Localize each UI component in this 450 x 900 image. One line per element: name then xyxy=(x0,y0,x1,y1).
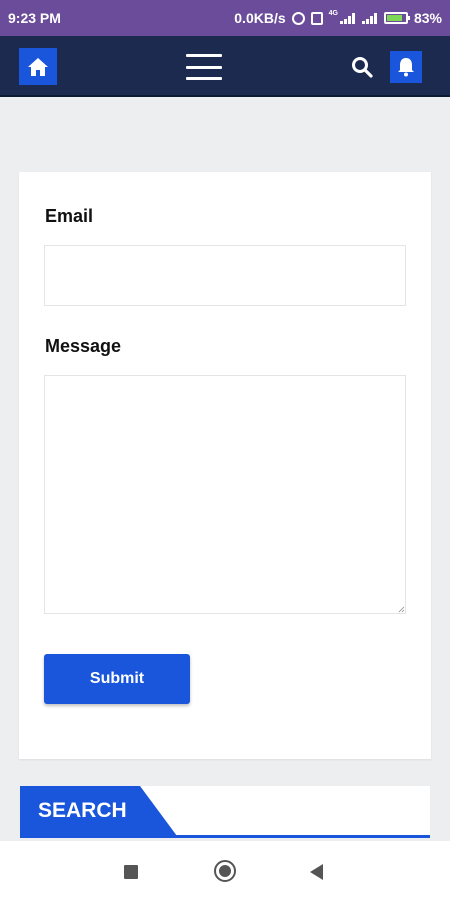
network-speed: 0.0KB/s xyxy=(234,10,286,26)
contact-form-card: Email Message Submit xyxy=(19,172,431,759)
search-widget: SEARCH xyxy=(20,786,430,838)
hamburger-menu-icon[interactable] xyxy=(186,54,222,80)
submit-button[interactable]: Submit xyxy=(44,654,190,704)
status-time: 9:23 PM xyxy=(8,10,61,26)
search-icon[interactable] xyxy=(351,56,373,78)
app-navbar xyxy=(0,36,450,97)
home-circle-icon[interactable] xyxy=(214,860,236,882)
network-type: 4G xyxy=(328,9,338,17)
bell-icon xyxy=(398,58,414,77)
notifications-button[interactable] xyxy=(390,51,422,83)
home-icon xyxy=(28,57,48,76)
battery-percent: 83% xyxy=(413,10,442,26)
signal-icon xyxy=(361,12,378,24)
recent-apps-icon[interactable] xyxy=(124,865,138,879)
search-widget-title: SEARCH xyxy=(20,786,177,836)
message-label: Message xyxy=(45,336,122,356)
signal-icon xyxy=(339,12,356,24)
status-bar: 9:23 PM 0.0KB/s 4G 83% xyxy=(0,0,450,36)
alarm-icon xyxy=(291,11,305,25)
email-label: Email xyxy=(45,206,94,226)
email-field[interactable] xyxy=(44,245,406,306)
status-icons: 0.0KB/s 4G 83% xyxy=(234,9,442,27)
battery-charging-icon xyxy=(383,12,410,24)
resize-grip-icon[interactable] xyxy=(398,606,405,613)
system-navigation-bar xyxy=(0,841,450,900)
home-button[interactable] xyxy=(19,48,57,85)
back-icon[interactable] xyxy=(310,864,323,880)
message-textarea[interactable] xyxy=(44,375,406,614)
search-title-text: SEARCH xyxy=(38,799,127,822)
sim-icon xyxy=(310,11,323,25)
